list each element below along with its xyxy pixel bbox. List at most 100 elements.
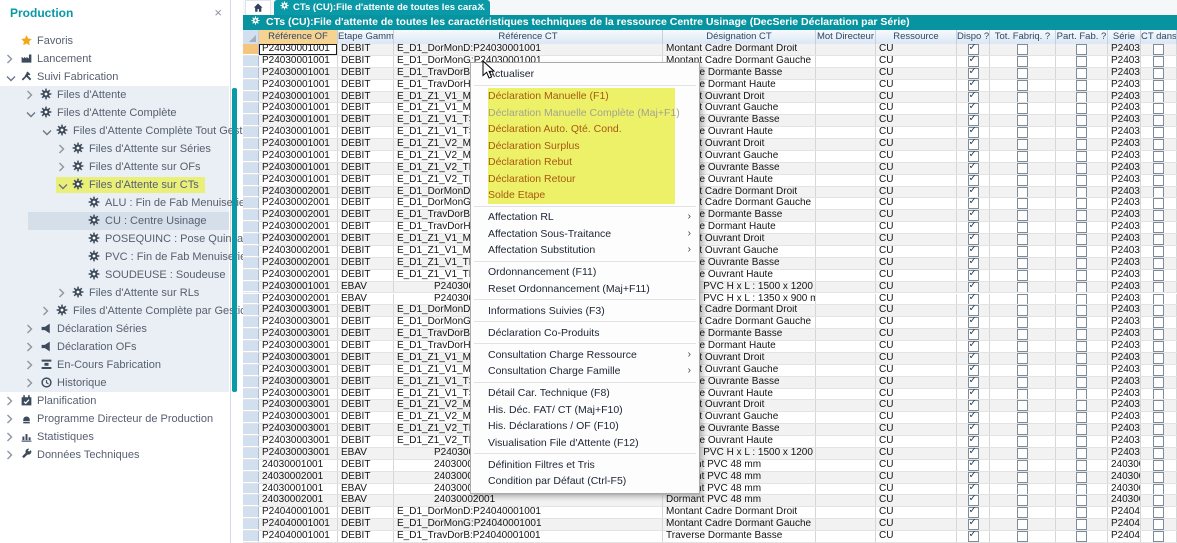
chevron-right-icon[interactable] <box>26 378 34 391</box>
checkbox-part_fab[interactable] <box>1076 376 1087 388</box>
checkbox-part_fab[interactable] <box>1076 44 1087 55</box>
cell-etape[interactable]: DEBIT <box>338 400 394 412</box>
cell-designation[interactable]: Dormant PVC 48 mm <box>663 495 816 507</box>
cell-ressource[interactable]: CU <box>876 162 957 174</box>
cell-ressource[interactable]: CU <box>876 459 957 471</box>
checkbox-dispo[interactable] <box>967 245 979 257</box>
cell-serie[interactable]: P24030 <box>1108 436 1141 447</box>
checkbox-ct_dans[interactable] <box>1153 293 1164 305</box>
cell-ressource[interactable]: CU <box>876 471 957 483</box>
sidebar-item[interactable]: Déclaration OFs <box>0 338 229 356</box>
table-row[interactable]: P24030002001DEBITE_D1_Z1_V1_MPri:P240300… <box>243 234 1177 246</box>
row-selector[interactable] <box>243 55 259 67</box>
cell-ressource[interactable]: CU <box>876 127 957 139</box>
cell-ref_of[interactable]: P24030002001 <box>259 269 338 281</box>
checkbox-dispo[interactable] <box>967 139 979 150</box>
checkbox-dispo[interactable] <box>967 424 979 436</box>
table-row[interactable]: 24030002001 EBAV 24030002001 Dormant PVC 48… <box>243 495 1177 508</box>
row-selector[interactable] <box>243 305 259 317</box>
checkbox-part_fab[interactable] <box>1076 222 1087 234</box>
cell-ressource[interactable]: CU <box>876 352 957 364</box>
checkbox-dispo[interactable] <box>967 483 979 495</box>
checkbox-tot_fabriq[interactable] <box>1017 234 1028 245</box>
menu-item[interactable]: Déclaration Surplus <box>471 137 699 154</box>
cell-serie[interactable]: P24030 <box>1108 245 1141 257</box>
row-selector[interactable] <box>243 459 259 471</box>
checkbox-part_fab[interactable] <box>1076 459 1087 471</box>
cell-ref_of[interactable]: P24030002001 <box>259 293 338 305</box>
cell-ressource[interactable]: CU <box>876 329 957 341</box>
cell-ref_of[interactable]: 24030002001 <box>259 471 338 483</box>
checkbox-dispo[interactable] <box>967 150 979 162</box>
cell-etape[interactable]: EBAV <box>338 495 394 507</box>
checkbox-part_fab[interactable] <box>1076 269 1087 281</box>
cell-ref_of[interactable]: P24030003001 <box>259 424 338 436</box>
checkbox-dispo[interactable] <box>967 127 979 139</box>
sidebar-close-icon[interactable]: × <box>214 5 222 20</box>
row-selector[interactable] <box>243 245 259 257</box>
checkbox-part_fab[interactable] <box>1076 483 1087 495</box>
cell-serie[interactable]: P24030 <box>1108 115 1141 127</box>
checkbox-part_fab[interactable] <box>1076 531 1087 542</box>
cell-serie[interactable]: P24030 <box>1108 139 1141 150</box>
checkbox-tot_fabriq[interactable] <box>1017 281 1028 293</box>
cell-ref_of[interactable]: P24040001001 <box>259 519 338 531</box>
checkbox-dispo[interactable] <box>967 257 979 269</box>
cell-ref_of[interactable]: P24030003001 <box>259 376 338 388</box>
cell-mot[interactable] <box>816 507 876 519</box>
cell-ressource[interactable]: CU <box>876 67 957 79</box>
cell-serie[interactable]: P24030 <box>1108 186 1141 198</box>
cell-etape[interactable]: DEBIT <box>338 424 394 436</box>
checkbox-part_fab[interactable] <box>1076 281 1087 293</box>
table-row[interactable]: P24040001001 DEBIT E_D1_DorMonD:P240400010… <box>243 507 1177 520</box>
checkbox-part_fab[interactable] <box>1076 352 1087 364</box>
checkbox-part_fab[interactable] <box>1076 210 1087 222</box>
table-row[interactable]: P24030001001 EBAV P24030001001 Fenêtre PVC … <box>243 281 1177 294</box>
cell-etape[interactable]: DEBIT <box>338 44 394 55</box>
checkbox-dispo[interactable] <box>967 459 979 471</box>
checkbox-part_fab[interactable] <box>1076 436 1087 447</box>
cell-ressource[interactable]: CU <box>876 115 957 127</box>
checkbox-dispo[interactable] <box>967 186 979 198</box>
cell-mot[interactable] <box>816 210 876 222</box>
checkbox-tot_fabriq[interactable] <box>1017 531 1028 542</box>
row-selector[interactable] <box>243 519 259 531</box>
checkbox-tot_fabriq[interactable] <box>1017 447 1028 459</box>
menu-item[interactable]: Reset Ordonnancement (Maj+F11) <box>471 281 699 298</box>
cell-ref_of[interactable]: P24030002001 <box>259 222 338 234</box>
checkbox-dispo[interactable] <box>967 341 979 352</box>
cell-ref_of[interactable]: P24030003001 <box>259 341 338 352</box>
menu-item[interactable]: Déclaration Auto. Qté. Cond. <box>471 121 699 138</box>
checkbox-part_fab[interactable] <box>1076 67 1087 79</box>
checkbox-tot_fabriq[interactable] <box>1017 222 1028 234</box>
cell-etape[interactable]: DEBIT <box>338 459 394 471</box>
column-header-etape[interactable]: Etape Gamme <box>338 30 394 44</box>
cell-ressource[interactable]: CU <box>876 412 957 424</box>
checkbox-ct_dans[interactable] <box>1153 376 1164 388</box>
checkbox-ct_dans[interactable] <box>1153 210 1164 222</box>
row-selector[interactable] <box>243 471 259 483</box>
cell-ressource[interactable]: CU <box>876 317 957 329</box>
checkbox-tot_fabriq[interactable] <box>1017 317 1028 329</box>
cell-mot[interactable] <box>816 388 876 400</box>
cell-mot[interactable] <box>816 234 876 245</box>
active-tab[interactable]: CTs (CU):File d'attente de toutes les ca… <box>274 0 490 15</box>
cell-ref_of[interactable]: P24030001001 <box>259 150 338 162</box>
checkbox-tot_fabriq[interactable] <box>1017 341 1028 352</box>
table-row[interactable]: P24040001001 DEBIT E_D1_TravDorB:P24040001… <box>243 531 1177 543</box>
cell-serie[interactable]: P24030 <box>1108 329 1141 341</box>
column-header-sel[interactable] <box>243 30 259 44</box>
sidebar-item[interactable]: Files d'Attente sur Séries <box>0 140 229 158</box>
column-header-tot_fabriq[interactable]: Tot. Fabriq. ? <box>990 30 1056 44</box>
checkbox-dispo[interactable] <box>967 44 979 55</box>
checkbox-dispo[interactable] <box>967 293 979 305</box>
cell-mot[interactable] <box>816 305 876 317</box>
cell-serie[interactable]: P24030 <box>1108 44 1141 55</box>
cell-mot[interactable] <box>816 281 876 293</box>
row-selector[interactable] <box>243 150 259 162</box>
table-row[interactable]: P24030001001DEBITE_D1_Z1_V2_MPri:P240300… <box>243 139 1177 151</box>
cell-ref_of[interactable]: P24030001001 <box>259 139 338 150</box>
checkbox-part_fab[interactable] <box>1076 174 1087 186</box>
checkbox-tot_fabriq[interactable] <box>1017 507 1028 519</box>
cell-ref_of[interactable]: P24030003001 <box>259 412 338 424</box>
